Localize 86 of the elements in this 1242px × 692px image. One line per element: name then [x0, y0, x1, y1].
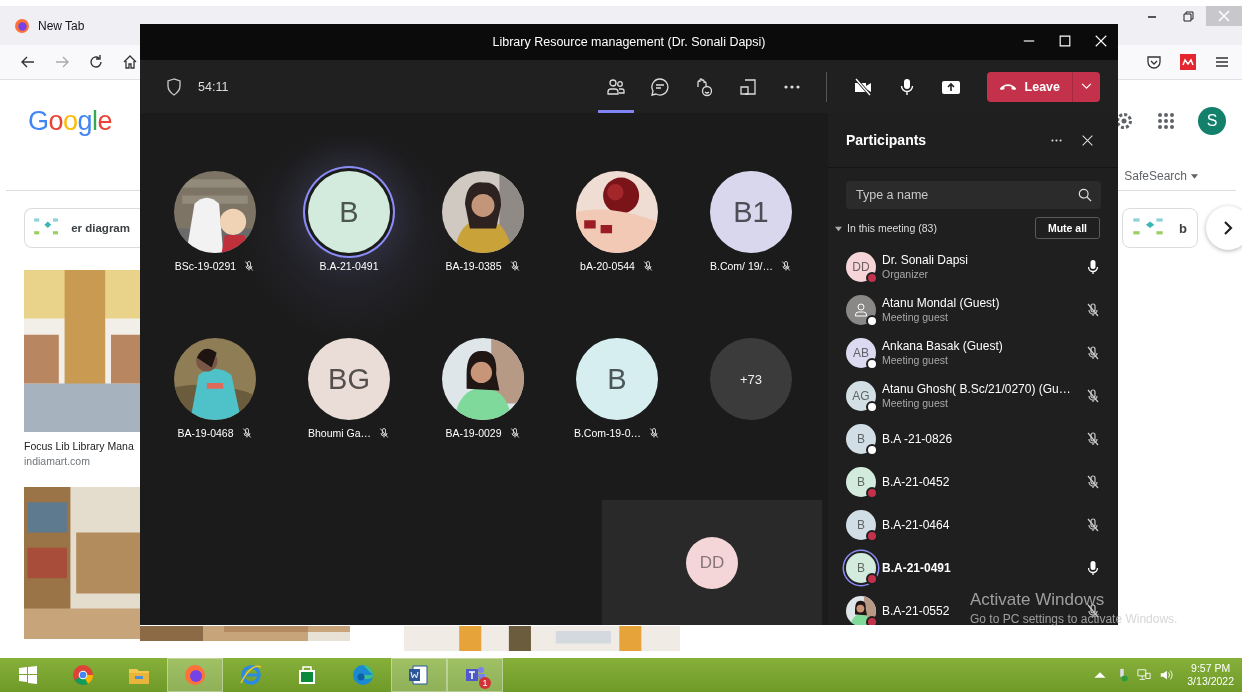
- menu-icon[interactable]: [1214, 54, 1230, 70]
- participant-role: Meeting guest: [882, 311, 949, 323]
- leave-button[interactable]: Leave: [986, 71, 1072, 102]
- people-icon: [605, 76, 626, 97]
- result-source: indiamart.com: [24, 455, 90, 467]
- participant-avatar: B: [846, 423, 876, 454]
- window-title: Library Resource management (Dr. Sonali Dapsi): [492, 35, 766, 49]
- browser-icon: [71, 663, 95, 687]
- more-icon: [783, 84, 800, 89]
- search-icon: [1078, 188, 1092, 202]
- participant-avatar: AB: [846, 337, 876, 368]
- search-field[interactable]: Type a name: [846, 181, 1101, 209]
- camera-off-icon: [852, 76, 873, 97]
- participant-name[interactable]: Ankana Basak (Guest): [882, 339, 1079, 353]
- taskbar-button[interactable]: [391, 658, 447, 692]
- participant-name[interactable]: B.A -21-0826: [882, 431, 1079, 446]
- browser-icon: [351, 663, 375, 687]
- browser-icon: [239, 663, 263, 687]
- browser-icon: [183, 663, 207, 687]
- participant-name: B.A-21-0491: [319, 260, 379, 272]
- participant-avatar: AG: [846, 380, 876, 411]
- caret-icon: [1191, 173, 1198, 179]
- participant-name[interactable]: B.A-21-0464: [882, 517, 1079, 532]
- more-participants-button[interactable]: +73: [710, 338, 792, 420]
- participant-role: Meeting guest: [882, 397, 949, 409]
- back-icon[interactable]: [20, 54, 36, 70]
- participant-name: Bhoumi Ga…: [308, 427, 371, 439]
- next-button[interactable]: [1206, 206, 1242, 250]
- notification-badge: 1: [479, 677, 491, 689]
- network-icon[interactable]: [1137, 668, 1152, 682]
- participant-name: BSc-19-0291: [174, 260, 237, 272]
- mute-all-button[interactable]: Mute all: [1034, 217, 1100, 239]
- home-icon[interactable]: [122, 54, 138, 70]
- participant-name: bA-20-0544: [580, 260, 635, 272]
- activation-notice-title: Activate Windows: [970, 590, 1106, 610]
- participant-name[interactable]: B.A-21-0491: [882, 560, 1079, 575]
- hang-up-icon: [998, 82, 1017, 91]
- shield-icon[interactable]: [166, 77, 182, 96]
- participant-avatar: B: [846, 552, 876, 583]
- participant-avatar[interactable]: B1: [710, 171, 792, 253]
- chat-icon: [649, 76, 670, 97]
- participant-name[interactable]: Atanu Ghosh( B.Sc/21/0270) (Gu…: [882, 382, 1079, 396]
- shield-pocket-icon[interactable]: [1146, 54, 1162, 70]
- participant-name[interactable]: Dr. Sonali Dapsi: [882, 253, 1079, 267]
- speaker-icon[interactable]: [1159, 668, 1174, 682]
- result-title[interactable]: Focus Lib Library Mana: [24, 440, 134, 452]
- call-timer: 54:11: [198, 79, 229, 94]
- taskbar-button[interactable]: 1: [447, 658, 503, 692]
- participant-name[interactable]: B.A-21-0452: [882, 474, 1079, 489]
- participant-avatar: B: [846, 466, 876, 497]
- participant-name: BA-19-0468: [177, 427, 234, 439]
- participant-name: BA-19-0385: [445, 260, 502, 272]
- document-icon: [407, 663, 431, 687]
- extension-icon[interactable]: [1180, 54, 1196, 70]
- safesearch-menu[interactable]: SafeSearch: [1124, 169, 1187, 183]
- person-icon: [853, 301, 869, 318]
- reload-icon[interactable]: [88, 54, 104, 70]
- panel-title: Participants: [846, 132, 927, 148]
- taskbar-button[interactable]: [167, 658, 223, 692]
- account-avatar[interactable]: S: [1198, 107, 1226, 135]
- participant-name: B.Com-19-0…: [573, 427, 642, 439]
- self-avatar: DD: [686, 536, 738, 589]
- participant-avatar[interactable]: BG: [308, 338, 390, 420]
- chevron-right-icon: [1222, 220, 1234, 236]
- google-logo[interactable]: Google: [28, 105, 113, 137]
- participant-avatar: B: [846, 509, 876, 540]
- participant-role: Meeting guest: [882, 354, 949, 366]
- maximize-icon[interactable]: [1058, 34, 1072, 48]
- leave-options-button[interactable]: [1072, 71, 1100, 102]
- participant-avatar: DD: [846, 251, 876, 282]
- rooms-icon: [737, 76, 758, 97]
- participant-name: B.Com/ 19/…: [710, 260, 773, 272]
- apps-grid-icon[interactable]: [1156, 111, 1176, 131]
- browser-logo-icon: [14, 17, 30, 34]
- participant-name[interactable]: Atanu Mondal (Guest): [882, 296, 1079, 310]
- participant-role: Organizer: [882, 268, 930, 280]
- collapse-caret-icon[interactable]: [835, 224, 842, 232]
- participant-name: BA-19-0029: [445, 427, 502, 439]
- browser-tab[interactable]: New Tab: [8, 6, 140, 45]
- participant-avatar[interactable]: B: [576, 338, 658, 420]
- close-icon[interactable]: [1081, 133, 1094, 147]
- chevron-down-icon: [1081, 83, 1092, 90]
- related-search-chip[interactable]: b: [1122, 208, 1198, 248]
- section-header[interactable]: In this meeting (83): [847, 222, 937, 234]
- windows-icon: [17, 665, 38, 685]
- related-search-chip[interactable]: er diagram: [24, 208, 140, 248]
